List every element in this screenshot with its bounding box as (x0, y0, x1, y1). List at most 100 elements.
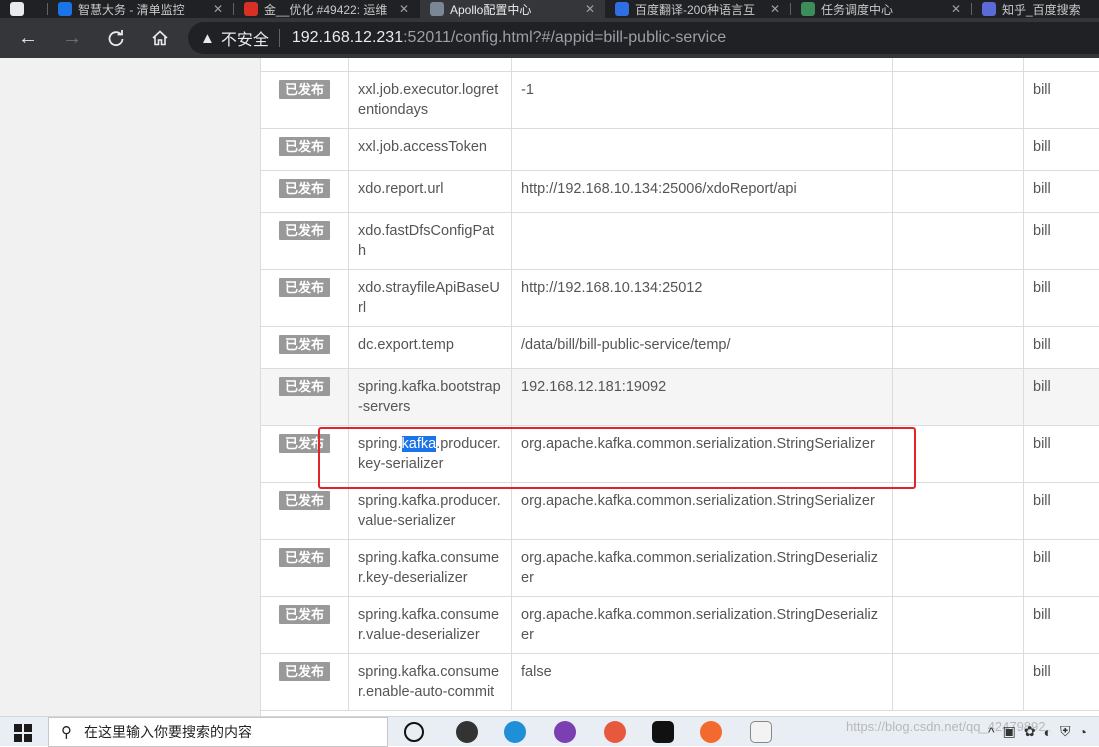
postman-icon[interactable] (700, 721, 722, 743)
close-icon[interactable]: ✕ (585, 2, 595, 16)
tab-job[interactable]: 任务调度中心 ✕ (791, 0, 971, 18)
forward-button[interactable]: → (58, 24, 86, 52)
table-row: 已发布 dc.export.temp/data/bill/bill-public-… (261, 327, 1099, 369)
app-icon-1[interactable] (456, 721, 478, 743)
comment-cell (893, 129, 1024, 170)
search-icon: ⚲ (61, 724, 72, 741)
close-icon[interactable]: ✕ (399, 2, 409, 16)
status-badge: 已发布 (279, 335, 331, 354)
status-badge: 已发布 (279, 605, 331, 624)
close-icon[interactable]: ✕ (213, 2, 223, 16)
key-cell: xxl.job.accessToken (349, 129, 512, 170)
value-cell: org.apache.kafka.common.serialization.St… (512, 597, 893, 653)
modifier-cell: bill (1033, 337, 1051, 353)
key-cell: xdo.report.url (349, 171, 512, 212)
reload-icon (108, 30, 124, 47)
table-row: 已发布 spring.kafka.consumer.key-deserialize… (261, 540, 1099, 597)
modifier-cell: bill (1033, 436, 1051, 452)
reload-button[interactable] (102, 24, 130, 52)
key-cell: spring.kafka.consumer.key-deserializer (349, 540, 512, 596)
app-icon-2[interactable] (554, 721, 576, 743)
value-cell: http://192.168.10.134:25006/xdoReport/ap… (512, 171, 893, 212)
value-cell: org.apache.kafka.common.serialization.St… (512, 483, 893, 539)
status-badge: 已发布 (279, 662, 331, 681)
tab-favicon (982, 2, 996, 16)
status-cell: 已发布 (261, 483, 349, 539)
comment-cell (893, 654, 1024, 710)
status-cell: 已发布 (261, 213, 349, 269)
modifier-cell: bill (1033, 82, 1051, 98)
status-cell: 已发布 (261, 327, 349, 368)
close-icon[interactable]: ✕ (770, 2, 780, 16)
key-cell: xdo.fastDfsConfigPath (349, 213, 512, 269)
status-cell: 已发布 (261, 270, 349, 326)
key-cell: spring.kafka.consumer.enable-auto-commit (349, 654, 512, 710)
table-row: 已发布 spring.kafka.producer.value-serialize… (261, 483, 1099, 540)
edge-icon[interactable] (504, 721, 526, 743)
table-row: 已发布 spring.kafka.producer.key-serializer o… (261, 426, 1099, 483)
table-row: 已发布 spring.kafka.consumer.enable-auto-com… (261, 654, 1099, 711)
table-row: 已发布 xdo.fastDfsConfigPath bill (261, 213, 1099, 270)
typora-icon[interactable] (750, 721, 772, 743)
tab-label: 金__优化 #49422: 运维 (264, 2, 388, 17)
tab-issue[interactable]: 金__优化 #49422: 运维 ✕ (234, 0, 419, 18)
value-cell: org.apache.kafka.common.serialization.St… (512, 540, 893, 596)
taskbar-search-box[interactable]: ⚲ 在这里输入你要搜索的内容 (48, 717, 388, 747)
window-icon (10, 2, 24, 16)
value-cell: org.apache.kafka.common.serialization.St… (512, 426, 893, 482)
table-row-partial (261, 58, 1099, 72)
status-badge: 已发布 (279, 491, 331, 510)
tab-qingdan[interactable]: 智慧大务 - 清单监控 ✕ (48, 0, 233, 18)
table-row: 已发布 spring.kafka.consumer.value-deseriali… (261, 597, 1099, 654)
back-button[interactable]: ← (14, 24, 42, 52)
tray-app-icon[interactable]: ▣ (1003, 723, 1016, 740)
chevron-up-icon[interactable]: ^ (988, 724, 995, 740)
status-badge: 已发布 (279, 137, 331, 156)
task-view-icon[interactable] (404, 722, 424, 742)
tray-app-icon[interactable]: ◐ (1044, 724, 1052, 740)
comment-cell (893, 483, 1024, 539)
modifier-cell: bill (1033, 664, 1051, 680)
table-row: 已发布 xdo.strayfileApiBaseUrl http://192.168… (261, 270, 1099, 327)
value-cell: 192.168.12.181:19092 (512, 369, 893, 425)
intellij-icon[interactable] (652, 721, 674, 743)
tab-label: 任务调度中心 (821, 2, 894, 17)
status-cell: 已发布 (261, 540, 349, 596)
close-icon[interactable]: ✕ (951, 2, 961, 16)
value-cell: -1 (512, 72, 893, 128)
status-badge: 已发布 (279, 377, 331, 396)
tray-app-icon[interactable]: ✿ (1024, 723, 1036, 740)
status-cell: 已发布 (261, 129, 349, 170)
arrow-right-icon: → (62, 26, 82, 49)
arrow-left-icon: ← (18, 26, 38, 49)
url-host: 192.168.12.231 (291, 29, 404, 46)
value-cell (512, 213, 893, 269)
value-cell (512, 129, 893, 170)
security-label[interactable]: 不安全 (221, 26, 269, 50)
status-badge: 已发布 (279, 179, 331, 198)
windows-start-icon[interactable] (14, 724, 32, 742)
network-icon[interactable]: ◔ (1079, 724, 1087, 740)
app-icon-3[interactable] (604, 721, 626, 743)
tab-fanyi[interactable]: 百度翻译-200种语言互 ✕ (605, 0, 790, 18)
comment-cell (893, 213, 1024, 269)
modifier-cell: bill (1033, 550, 1051, 566)
status-cell: 已发布 (261, 171, 349, 212)
browser-toolbar: ← → ▲ 不安全 192.168.12.231 :52011/config.h… (0, 18, 1099, 58)
table-row: 已发布 xxl.job.executor.logretentiondays -1 bi… (261, 72, 1099, 129)
shield-icon[interactable]: ⛨ (1060, 723, 1071, 740)
tab-zhihu[interactable]: 知乎_百度搜索 (972, 0, 1099, 18)
system-tray: ^ ▣ ✿ ◐ ⛨ ◔ (988, 723, 1087, 740)
table-row: 已发布 xxl.job.accessToken bill (261, 129, 1099, 171)
tab-apollo[interactable]: Apollo配置中心 ✕ (420, 0, 605, 18)
key-cell: spring.kafka.consumer.value-deserializer (349, 597, 512, 653)
window-menu-button[interactable] (0, 0, 48, 18)
modifier-cell: bill (1033, 379, 1051, 395)
tab-favicon (801, 2, 815, 16)
tab-label: 智慧大务 - 清单监控 (78, 2, 185, 17)
warning-icon[interactable]: ▲ (200, 30, 215, 47)
home-button[interactable] (146, 24, 174, 52)
address-bar[interactable]: ▲ 不安全 192.168.12.231 :52011/config.html?… (188, 22, 1099, 54)
table-row: 已发布 xdo.report.url http://192.168.10.134:2… (261, 171, 1099, 213)
status-cell: 已发布 (261, 654, 349, 710)
